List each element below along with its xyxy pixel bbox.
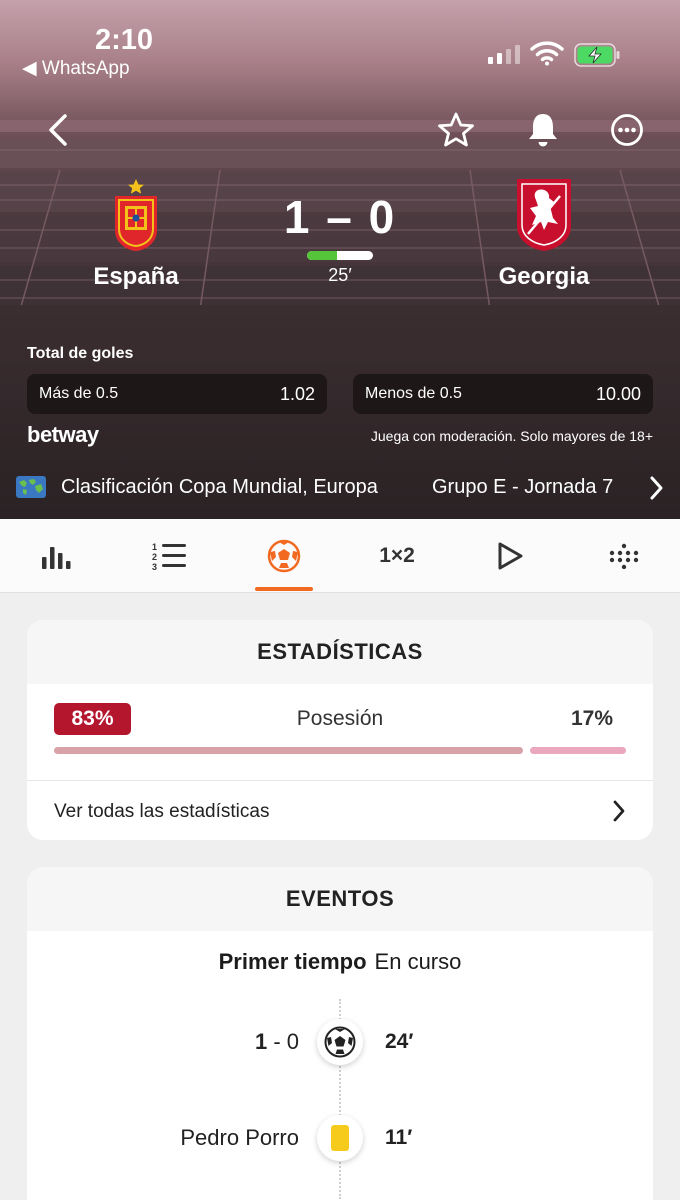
away-team[interactable]: Georgia (469, 178, 619, 291)
possession-label: Posesión (296, 707, 384, 730)
event-minute: 11′ (385, 1126, 413, 1149)
tab-lineups[interactable] (594, 529, 654, 583)
match-toolbar (0, 108, 680, 156)
bet-option-label: Más de 0.5 (39, 385, 119, 402)
home-team-name: España (93, 263, 179, 290)
event-score-home: 1 (254, 1029, 268, 1054)
events-card: EVENTOS Primer tiempo En curso 1 - 0 24′ … (27, 867, 653, 1200)
away-possession-value: 17% (570, 707, 613, 730)
event-score-away: - 0 (267, 1029, 299, 1054)
ranked-list-icon: 1 2 3 (152, 542, 186, 571)
tab-standings[interactable]: 1 2 3 (140, 529, 200, 583)
period-name: Primer tiempo (218, 949, 367, 974)
star-icon (438, 112, 474, 147)
chevron-left-icon (49, 114, 67, 146)
event-minute: 24′ (385, 1030, 414, 1053)
bet-option-odds: 10.00 (595, 383, 641, 404)
tab-odds[interactable]: 1×2 (367, 529, 427, 583)
status-bar: 2:10 ◀ WhatsApp (0, 0, 680, 90)
bet-option-label: Menos de 0.5 (365, 385, 462, 402)
match-minute: 25′ (328, 265, 352, 285)
stats-card-title: ESTADÍSTICAS (27, 620, 653, 684)
one-x-two-icon: 1×2 (379, 544, 415, 567)
soccer-ball-icon (267, 539, 301, 573)
possession-row: 83% Posesión 17% (27, 684, 653, 780)
soccer-ball-icon (324, 1026, 356, 1058)
more-dots-icon (611, 114, 643, 146)
cellular-signal-icon (488, 44, 520, 64)
svg-text:1: 1 (152, 542, 157, 552)
match-progress-bar (307, 251, 373, 260)
betting-title: Total de goles (27, 345, 134, 362)
competition-round: Grupo E - Jornada 7 (432, 476, 614, 498)
tab-stats[interactable] (26, 529, 86, 583)
event-goal-score: 1 - 0 (255, 1029, 299, 1055)
event-card-marker[interactable] (317, 1115, 363, 1161)
tab-match[interactable] (254, 529, 314, 583)
home-possession-bar (54, 747, 523, 754)
match-progress-fill (307, 251, 337, 260)
wifi-icon (530, 41, 564, 66)
georgia-crest-icon (517, 179, 571, 251)
period-header: Primer tiempo En curso (27, 949, 653, 975)
bet-option-over[interactable]: Más de 0.5 1.02 (27, 374, 327, 414)
battery-charging-icon (574, 43, 620, 67)
see-all-stats-label: Ver todas las estadísticas (54, 800, 270, 822)
chevron-right-icon (650, 476, 663, 500)
gambling-disclaimer: Juega con moderación. Solo mayores de 18… (370, 428, 653, 444)
away-possession-bar (530, 747, 626, 754)
spain-crest-icon (115, 179, 157, 251)
active-tab-indicator (255, 587, 313, 591)
world-map-icon (16, 476, 46, 498)
bar-chart-icon (42, 547, 71, 569)
see-all-stats-link[interactable]: Ver todas las estadísticas (27, 780, 653, 840)
svg-text:3: 3 (152, 562, 157, 571)
bet-option-under[interactable]: Menos de 0.5 10.00 (353, 374, 653, 414)
yellow-card-icon (331, 1125, 349, 1151)
event-goal-marker[interactable] (317, 1019, 363, 1065)
match-score: 1 – 0 (283, 191, 397, 243)
svg-text:2: 2 (152, 552, 157, 562)
play-icon (498, 542, 523, 570)
back-to-whatsapp[interactable]: ◀ WhatsApp (22, 57, 130, 80)
competition-name: Clasificación Copa Mundial, Europa (61, 476, 378, 498)
events-card-title: EVENTOS (27, 867, 653, 931)
match-header: 2:10 ◀ WhatsApp España 1 – 0 25′ Georgia… (0, 0, 680, 519)
tab-video[interactable] (480, 529, 540, 583)
event-player-name[interactable]: Pedro Porro (180, 1125, 299, 1151)
sponsor-logo[interactable]: betway (27, 422, 99, 448)
home-team[interactable]: España (61, 178, 211, 291)
period-status: En curso (374, 949, 462, 974)
competition-bar[interactable]: Clasificación Copa Mundial, Europa Grupo… (0, 470, 680, 506)
stats-card: ESTADÍSTICAS 83% Posesión 17% Ver todas … (27, 620, 653, 840)
status-time: 2:10 (95, 24, 154, 56)
formation-dots-icon (609, 543, 639, 569)
favorite-button[interactable] (434, 108, 478, 152)
notifications-button[interactable] (521, 108, 565, 152)
away-team-name: Georgia (498, 263, 590, 290)
chevron-right-icon (613, 800, 625, 822)
bell-icon (529, 114, 557, 147)
match-tabs: 1 2 3 1×2 (0, 519, 680, 593)
back-button[interactable] (36, 108, 80, 152)
bet-option-odds: 1.02 (279, 383, 315, 404)
more-options-button[interactable] (605, 108, 649, 152)
